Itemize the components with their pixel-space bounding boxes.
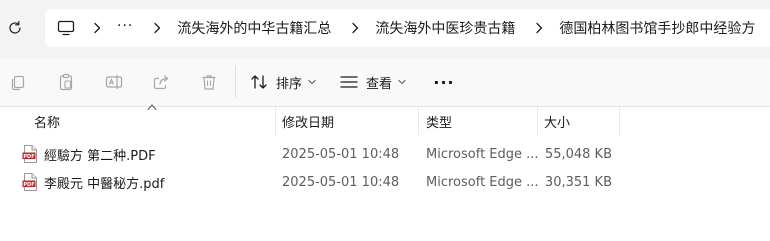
- column-header-modified[interactable]: 修改日期: [282, 107, 418, 135]
- column-header-name-label: 名称: [34, 115, 61, 131]
- refresh-button[interactable]: [4, 17, 26, 39]
- column-divider[interactable]: [537, 107, 538, 135]
- file-row[interactable]: PDF 經驗方 第二种.PDF 2025-05-01 10:48 Microso…: [0, 140, 770, 168]
- delete-icon[interactable]: [197, 70, 221, 94]
- sort-icon: [251, 75, 267, 89]
- refresh-icon: [9, 21, 21, 34]
- breadcrumb-item[interactable]: 流失海外中医珍贵古籍: [371, 16, 519, 40]
- file-row[interactable]: PDF 李殿元 中醫秘方.pdf 2025-05-01 10:48 Micros…: [0, 168, 770, 196]
- command-bar: 排序 查看 ···: [0, 58, 770, 107]
- breadcrumb-separator-icon[interactable]: [347, 20, 363, 36]
- file-name-cell: PDF 經驗方 第二种.PDF: [22, 140, 156, 168]
- sort-button-label: 排序: [276, 76, 303, 92]
- pdf-file-icon: PDF: [22, 145, 38, 163]
- column-divider[interactable]: [275, 107, 276, 135]
- paste-icon[interactable]: [54, 70, 78, 94]
- pdf-file-icon: PDF: [22, 173, 38, 191]
- file-name[interactable]: 李殿元 中醫秘方.pdf: [44, 173, 164, 192]
- file-name-cell: PDF 李殿元 中醫秘方.pdf: [22, 168, 164, 196]
- toolbar-divider: [235, 66, 236, 98]
- breadcrumb-item[interactable]: 流失海外的中华古籍汇总: [173, 16, 335, 40]
- file-modified: 2025-05-01 10:48: [282, 174, 400, 190]
- more-options-button[interactable]: ···: [433, 68, 455, 96]
- view-button-label: 查看: [366, 76, 393, 92]
- share-icon[interactable]: [149, 70, 173, 94]
- breadcrumb-separator-icon[interactable]: [89, 20, 105, 36]
- column-header-name[interactable]: 名称: [34, 107, 274, 135]
- address-bar-row: ··· 流失海外的中华古籍汇总 流失海外中医珍贵古籍 德国柏林图书馆手抄郎中经验…: [0, 0, 770, 58]
- file-name[interactable]: 經驗方 第二种.PDF: [44, 145, 156, 164]
- breadcrumb: ··· 流失海外的中华古籍汇总 流失海外中医珍贵古籍 德国柏林图书馆手抄郎中经验…: [45, 9, 759, 47]
- breadcrumb-separator-icon[interactable]: [149, 20, 165, 36]
- view-button[interactable]: 查看: [340, 68, 406, 96]
- view-icon: [340, 76, 358, 88]
- file-size: 30,351 KB: [544, 174, 612, 190]
- this-pc-icon[interactable]: [55, 17, 77, 39]
- rename-icon[interactable]: [102, 70, 126, 94]
- breadcrumb-item-current[interactable]: 德国柏林图书馆手抄郎中经验方: [555, 16, 759, 40]
- svg-text:PDF: PDF: [23, 154, 34, 160]
- column-header-size[interactable]: 大小: [544, 107, 619, 135]
- file-type: Microsoft Edge ...: [426, 146, 539, 162]
- column-divider[interactable]: [619, 107, 620, 135]
- sort-button[interactable]: 排序: [250, 68, 316, 96]
- column-header-type-label: 类型: [426, 115, 453, 131]
- file-type: Microsoft Edge ...: [426, 174, 539, 190]
- column-header-type[interactable]: 类型: [426, 107, 536, 135]
- svg-text:PDF: PDF: [23, 182, 34, 188]
- address-bar[interactable]: ··· 流失海外的中华古籍汇总 流失海外中医珍贵古籍 德国柏林图书馆手抄郎中经验…: [45, 9, 770, 47]
- breadcrumb-overflow-button[interactable]: ···: [113, 18, 137, 38]
- copy-icon[interactable]: [6, 70, 30, 94]
- column-header-modified-label: 修改日期: [282, 115, 335, 131]
- file-size: 55,048 KB: [544, 146, 612, 162]
- file-modified: 2025-05-01 10:48: [282, 146, 400, 162]
- column-header-size-label: 大小: [544, 115, 571, 131]
- file-list: 名称 修改日期 类型 大小 PDF 經驗方 第二种.PDF 2025-05-01…: [0, 104, 770, 241]
- column-divider[interactable]: [418, 107, 419, 135]
- breadcrumb-separator-icon[interactable]: [531, 20, 547, 36]
- chevron-down-icon: [308, 79, 316, 85]
- chevron-down-icon: [398, 79, 406, 85]
